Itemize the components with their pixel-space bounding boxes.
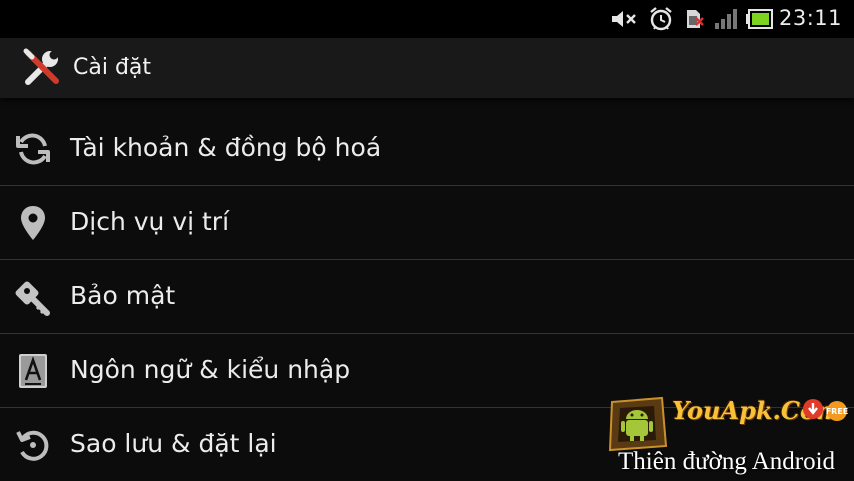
alarm-clock-icon	[650, 7, 672, 31]
settings-item-label: Ngôn ngữ & kiểu nhập	[70, 355, 351, 384]
settings-tools-icon[interactable]	[22, 48, 62, 88]
settings-item-location-services[interactable]: Dịch vụ vị trí	[0, 186, 854, 260]
settings-item-accounts-sync[interactable]: Tài khoản & đồng bộ hoá	[0, 112, 854, 186]
settings-item-label: Tài khoản & đồng bộ hoá	[70, 133, 382, 162]
battery-icon	[746, 9, 773, 29]
watermark: YouApk.Com FREE Thiên đường Android	[606, 396, 854, 480]
signal-icon	[715, 9, 737, 29]
location-pin-icon	[21, 206, 45, 240]
download-free-icon: FREE	[803, 399, 849, 421]
svg-text:FREE: FREE	[826, 407, 849, 416]
clock-text: 23:11	[778, 6, 842, 30]
settings-item-label: Sao lưu & đặt lại	[70, 429, 277, 458]
android-logo-icon	[608, 396, 668, 452]
language-icon	[19, 354, 47, 388]
status-bar: 23:11	[0, 0, 854, 38]
sync-icon	[16, 133, 50, 165]
no-sim-icon	[687, 10, 704, 28]
action-bar: Cài đặt	[0, 38, 854, 98]
settings-item-security[interactable]: Bảo mật	[0, 260, 854, 334]
backup-restore-icon	[16, 430, 49, 461]
page-title: Cài đặt	[73, 55, 152, 80]
volume-muted-icon	[612, 11, 636, 27]
settings-item-label: Bảo mật	[70, 281, 176, 310]
watermark-tagline: Thiên đường Android	[618, 448, 836, 475]
settings-item-label: Dịch vụ vị trí	[70, 207, 230, 236]
key-icon	[15, 281, 50, 316]
